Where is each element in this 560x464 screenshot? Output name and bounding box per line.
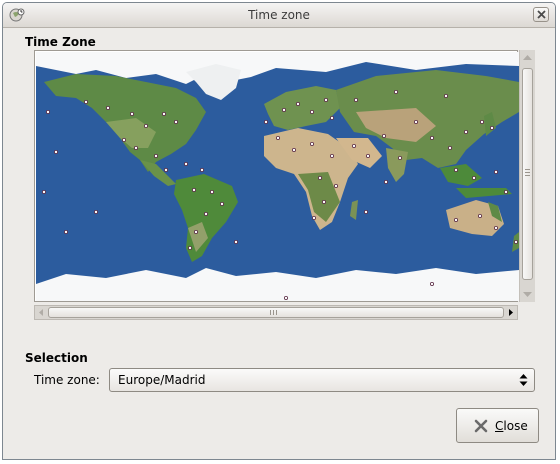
arrow-down-icon[interactable] [523,292,532,298]
world-map-image[interactable] [36,52,519,301]
arrow-left-icon[interactable] [36,307,47,318]
arrow-up-icon[interactable] [523,54,532,60]
close-button[interactable]: Close [456,408,539,443]
close-button-label: Close [495,419,528,433]
horizontal-scroll-thumb[interactable] [48,307,504,318]
timezone-combobox-value: Europe/Madrid [118,373,206,387]
world-map-frame [34,50,519,302]
close-x-icon [474,419,488,433]
world-map[interactable] [36,52,519,301]
updown-arrows-icon [519,374,528,386]
window-title: Time zone [248,8,310,22]
map-vertical-scrollbar[interactable] [519,50,535,302]
arrow-right-icon[interactable] [505,307,516,318]
map-horizontal-scrollbar[interactable] [34,305,518,320]
vertical-scroll-thumb[interactable] [522,68,533,280]
selection-section-title: Selection [25,351,88,365]
close-icon [537,10,546,19]
close-label-rest: lose [503,419,528,433]
title-bar[interactable]: Time zone [3,3,555,28]
time-zone-section-title: Time Zone [25,35,96,49]
timezone-field-label: Time zone: [34,373,100,387]
window-close-button[interactable] [533,7,549,22]
timezone-combobox[interactable]: Europe/Madrid [109,368,535,392]
timezone-window: Time zone Time Zone Selection Time zone:… [2,2,556,460]
